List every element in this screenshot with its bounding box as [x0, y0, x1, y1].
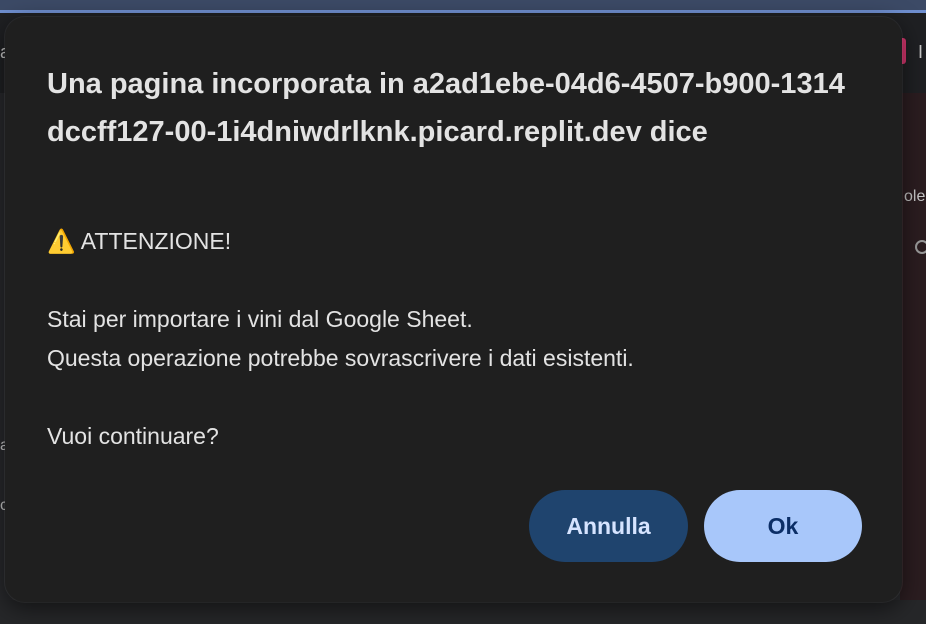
ok-button[interactable]: Ok — [704, 490, 862, 562]
dialog-title: Una pagina incorporata in a2ad1ebe-04d6-… — [47, 68, 845, 148]
background-radio-icon — [915, 240, 926, 254]
page-right-panel — [900, 93, 926, 624]
cancel-button[interactable]: Annulla — [529, 490, 688, 562]
browser-tabstrip — [0, 0, 926, 10]
page-bottom-area — [0, 600, 926, 624]
confirm-dialog: Una pagina incorporata in a2ad1ebe-04d6-… — [5, 17, 902, 602]
background-page-text: ole — [904, 188, 926, 205]
background-tab-text: I — [918, 42, 924, 62]
dialog-message: ⚠️ ATTENZIONE! Stai per importare i vini… — [47, 228, 634, 449]
